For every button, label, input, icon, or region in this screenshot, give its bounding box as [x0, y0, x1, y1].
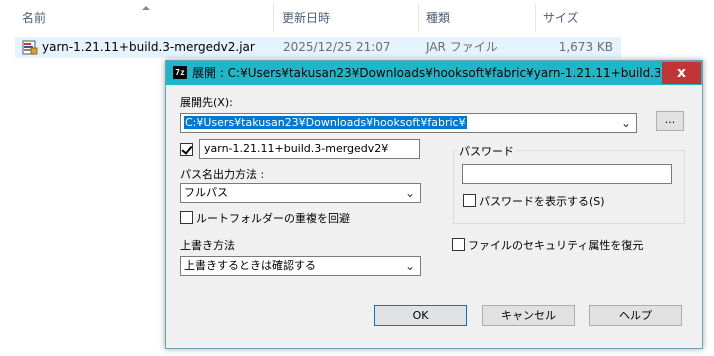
path-mode-select[interactable]: フルパス ⌄ — [180, 183, 421, 203]
eliminate-duplicate-label[interactable]: ルートフォルダーの重複を回避 — [196, 210, 350, 226]
path-mode-value: フルパス — [184, 186, 228, 199]
browse-button[interactable]: ... — [656, 111, 684, 131]
column-header-size[interactable]: サイズ — [543, 0, 579, 36]
extract-dialog: 7z 展開 : C:¥Users¥takusan23¥Downloads¥hoo… — [165, 60, 703, 349]
extract-to-value: C:¥Users¥takusan23¥Downloads¥hooksoft¥fa… — [184, 116, 467, 129]
file-row[interactable]: yarn-1.21.11+build.3-mergedv2.jar 2025/1… — [15, 37, 621, 58]
show-password-checkbox[interactable] — [463, 194, 476, 207]
dialog-title: 展開 : C:¥Users¥takusan23¥Downloads¥hookso… — [192, 66, 660, 80]
column-divider[interactable] — [535, 4, 536, 32]
jar-file-icon — [22, 40, 38, 55]
chevron-down-icon[interactable]: ⌄ — [402, 257, 418, 275]
extract-to-label: 展開先(X): — [180, 96, 233, 109]
seven-zip-icon: 7z — [173, 66, 187, 79]
overwrite-select[interactable]: 上書きするときは確認する ⌄ — [180, 256, 421, 276]
file-name: yarn-1.21.11+build.3-mergedv2.jar — [42, 40, 255, 54]
file-date: 2025/12/25 21:07 — [283, 40, 391, 54]
restore-security-checkbox[interactable] — [452, 238, 465, 251]
file-size: 1,673 KB — [558, 40, 613, 54]
restore-security-label[interactable]: ファイルのセキュリティ属性を復元 — [468, 237, 643, 253]
help-button[interactable]: ヘルプ — [589, 305, 682, 326]
subfolder-value: yarn-1.21.11+build.3-mergedv2¥ — [204, 142, 389, 155]
chevron-down-icon[interactable]: ⌄ — [618, 114, 634, 132]
close-button[interactable]: x — [662, 62, 701, 84]
column-divider[interactable] — [418, 4, 419, 32]
column-header-name[interactable]: 名前 — [22, 0, 46, 36]
extract-to-combo[interactable]: C:¥Users¥takusan23¥Downloads¥hooksoft¥fa… — [180, 113, 637, 133]
chevron-down-icon[interactable]: ⌄ — [402, 184, 418, 202]
column-header-date-modified[interactable]: 更新日時 — [282, 0, 330, 36]
cancel-button[interactable]: キャンセル — [482, 305, 575, 326]
show-password-label[interactable]: パスワードを表示する(S) — [479, 193, 605, 209]
password-group-label: パスワード — [457, 143, 516, 159]
file-type: JAR ファイル — [426, 40, 498, 54]
dialog-titlebar[interactable]: 7z 展開 : C:¥Users¥takusan23¥Downloads¥hoo… — [166, 61, 702, 85]
column-header-type[interactable]: 種類 — [426, 0, 450, 36]
ok-button[interactable]: OK — [374, 305, 467, 326]
subfolder-field[interactable]: yarn-1.21.11+build.3-mergedv2¥ — [199, 139, 420, 159]
column-divider[interactable] — [273, 4, 274, 32]
overwrite-label: 上書き方法 — [180, 239, 235, 252]
subfolder-checkbox[interactable] — [180, 143, 193, 156]
password-group — [453, 150, 685, 224]
eliminate-duplicate-checkbox[interactable] — [180, 211, 193, 224]
path-mode-label: パス名出力方法 : — [180, 168, 265, 181]
sort-ascending-icon — [142, 6, 150, 10]
overwrite-value: 上書きするときは確認する — [184, 259, 316, 272]
password-input[interactable] — [462, 164, 672, 184]
